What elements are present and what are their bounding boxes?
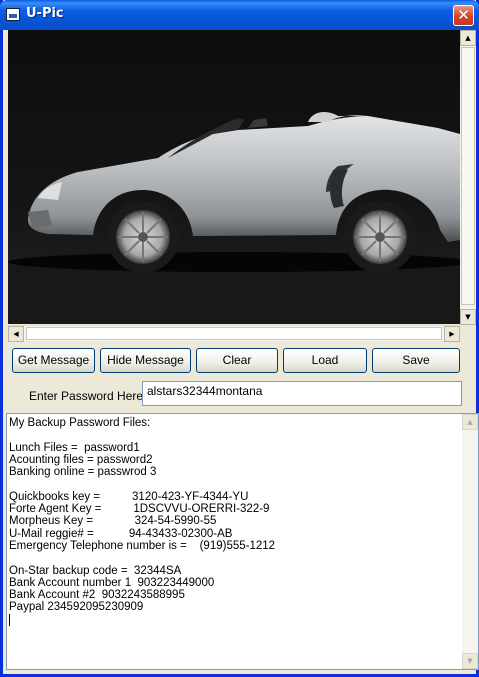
horizontal-scroll-thumb[interactable]	[26, 327, 442, 340]
scroll-up-arrow-icon[interactable]: ▲	[462, 414, 478, 430]
message-vertical-scrollbar[interactable]: ▲ ▼	[462, 414, 478, 669]
message-line: My Backup Password Files:	[9, 417, 151, 429]
message-text: My Backup Password Files: Lunch Files = …	[9, 417, 459, 626]
message-line	[9, 478, 459, 490]
message-line: Forte Agent Key = 1DSCVVU-ORERRI-322-9	[9, 503, 270, 516]
message-line: Emergency Telephone number is = (919)555…	[9, 539, 276, 552]
password-input[interactable]: alstars32344montana	[142, 381, 462, 406]
message-line	[9, 429, 459, 441]
load-button[interactable]: Load	[283, 348, 367, 373]
get-message-button[interactable]: Get Message	[12, 348, 95, 373]
close-button[interactable]: ✕	[453, 5, 474, 26]
clear-button[interactable]: Clear	[196, 348, 278, 373]
vertical-scroll-thumb[interactable]	[461, 47, 475, 305]
title-bar[interactable]: U-Pic ✕	[0, 0, 479, 30]
text-caret	[9, 613, 10, 626]
image-vertical-scrollbar[interactable]: ▲ ▼	[460, 30, 476, 325]
image-viewer	[8, 30, 460, 324]
message-textarea[interactable]: My Backup Password Files: Lunch Files = …	[6, 413, 479, 670]
scroll-up-arrow-icon[interactable]: ▲	[460, 30, 476, 46]
scroll-down-arrow-icon[interactable]: ▼	[462, 653, 478, 669]
message-line: Bank Account number 1 903223449000	[9, 576, 215, 589]
message-line: Lunch Files = password1	[9, 441, 140, 454]
message-line: U-Mail reggie# = 94-43433-02300-AB	[9, 527, 233, 540]
scroll-left-arrow-icon[interactable]: ◀	[8, 326, 24, 342]
message-line: Bank Account #2 9032243588995	[9, 589, 185, 602]
save-button[interactable]: Save	[372, 348, 460, 373]
window-title: U-Pic	[26, 6, 64, 21]
password-label: Enter Password Here :	[29, 389, 150, 403]
message-line: Banking online = passwrod 3	[9, 466, 157, 479]
car-image	[8, 112, 460, 324]
message-line: Paypal 234592095230909	[9, 601, 144, 614]
app-icon	[6, 8, 20, 21]
hide-message-button[interactable]: Hide Message	[100, 348, 191, 373]
message-line: Morpheus Key = 324-54-5990-55	[9, 515, 217, 528]
message-line: On-Star backup code = 32344SA	[9, 564, 182, 577]
message-line: Quickbooks key = 3120-423-YF-4344-YU	[9, 490, 249, 503]
image-horizontal-scrollbar[interactable]: ◀ ▶	[8, 325, 460, 342]
scroll-down-arrow-icon[interactable]: ▼	[460, 309, 476, 325]
app-window: U-Pic ✕ ▲ ▼ ◀ ▶ Get Message Hide Message…	[0, 0, 479, 677]
message-line: Acounting files = password2	[9, 453, 153, 466]
scroll-right-arrow-icon[interactable]: ▶	[444, 326, 460, 342]
message-line	[9, 552, 459, 564]
